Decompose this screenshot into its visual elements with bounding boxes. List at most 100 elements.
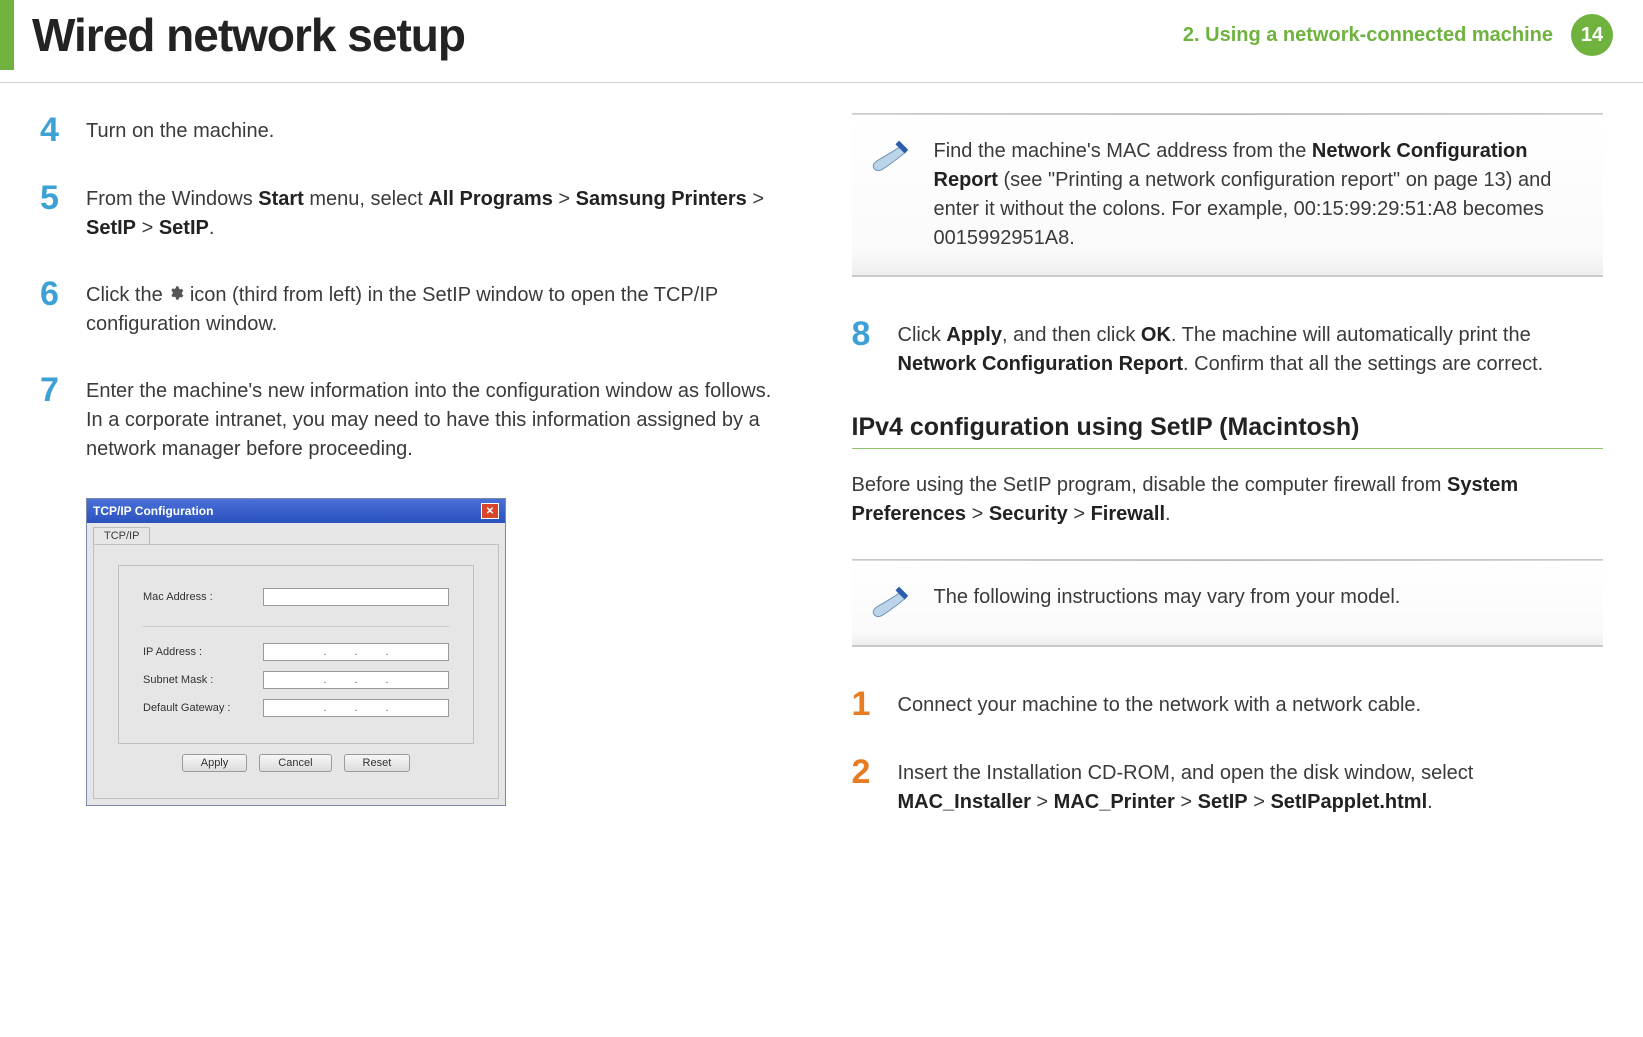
bold: Security	[989, 503, 1068, 525]
tcpip-button-row: Apply Cancel Reset	[118, 744, 474, 780]
text: >	[553, 188, 576, 210]
bold: All Programs	[428, 188, 552, 210]
chapter-label: 2. Using a network-connected machine	[1183, 24, 1553, 47]
bold: Apply	[946, 324, 1002, 346]
accent-bar	[0, 0, 14, 70]
step-text: Turn on the machine.	[86, 113, 274, 147]
text: .	[1427, 791, 1433, 813]
step-7: 7 Enter the machine's new information in…	[40, 373, 792, 464]
page-number-badge: 14	[1571, 14, 1613, 56]
step-text: Click the icon (third from left) in the …	[86, 277, 792, 339]
text: Before using the SetIP program, disable …	[852, 474, 1447, 496]
tcpip-inner: Mac Address : IP Address : ... Subnet Ma…	[118, 565, 474, 744]
cancel-button[interactable]: Cancel	[259, 754, 331, 772]
gear-icon	[168, 281, 184, 310]
ip-input[interactable]: ...	[263, 643, 449, 661]
tcpip-screenshot: TCP/IP Configuration ✕ TCP/IP Mac Addres…	[86, 498, 792, 806]
step-number: 8	[852, 317, 880, 379]
tcpip-panel: Mac Address : IP Address : ... Subnet Ma…	[93, 544, 499, 799]
text: >	[1031, 791, 1054, 813]
text: (see "Printing a network configuration r…	[934, 169, 1552, 249]
step-text: Click Apply, and then click OK. The mach…	[898, 317, 1604, 379]
bold: SetIPapplet.html	[1270, 791, 1427, 813]
text: menu, select	[304, 188, 429, 210]
bold: SetIP	[86, 217, 136, 239]
header-left: Wired network setup	[0, 0, 465, 70]
ip-label: IP Address :	[143, 646, 263, 658]
step-8: 8 Click Apply, and then click OK. The ma…	[852, 317, 1604, 379]
gateway-row: Default Gateway : ...	[143, 699, 449, 717]
page-title: Wired network setup	[32, 8, 465, 62]
gateway-input[interactable]: ...	[263, 699, 449, 717]
step-number: 4	[40, 113, 68, 147]
note-text: The following instructions may vary from…	[934, 583, 1401, 623]
bold: Samsung Printers	[576, 188, 747, 210]
text: Click	[898, 324, 947, 346]
window-title: TCP/IP Configuration	[93, 504, 213, 518]
mac-intro-para: Before using the SetIP program, disable …	[852, 471, 1604, 529]
note-text: Find the machine's MAC address from the …	[934, 137, 1588, 253]
step-text: Insert the Installation CD-ROM, and open…	[898, 755, 1604, 817]
step-4: 4 Turn on the machine.	[40, 113, 792, 147]
bold: OK	[1141, 324, 1171, 346]
step-number: 5	[40, 181, 68, 243]
step-text: From the Windows Start menu, select All …	[86, 181, 792, 243]
text: >	[747, 188, 764, 210]
left-column: 4 Turn on the machine. 5 From the Window…	[40, 113, 792, 851]
mac-input[interactable]	[263, 588, 449, 606]
step-text: Enter the machine's new information into…	[86, 373, 792, 464]
text: Insert the Installation CD-ROM, and open…	[898, 762, 1474, 784]
text: , and then click	[1002, 324, 1141, 346]
tcpip-window: TCP/IP Configuration ✕ TCP/IP Mac Addres…	[86, 498, 506, 806]
bold: SetIP	[159, 217, 209, 239]
mac-label: Mac Address :	[143, 591, 263, 603]
text: Find the machine's MAC address from the	[934, 140, 1312, 162]
mac-step-2: 2 Insert the Installation CD-ROM, and op…	[852, 755, 1604, 817]
main-content: 4 Turn on the machine. 5 From the Window…	[0, 83, 1643, 851]
text: . Confirm that all the settings are corr…	[1183, 353, 1543, 375]
bold: MAC_Installer	[898, 791, 1031, 813]
text: .	[1165, 503, 1171, 525]
note-model-vary: The following instructions may vary from…	[852, 559, 1604, 647]
header-right: 2. Using a network-connected machine 14	[1183, 14, 1613, 56]
apply-button[interactable]: Apply	[182, 754, 248, 772]
note-mac-address: Find the machine's MAC address from the …	[852, 113, 1604, 277]
mac-row: Mac Address :	[143, 588, 449, 606]
text: >	[966, 503, 989, 525]
right-column: Find the machine's MAC address from the …	[852, 113, 1604, 851]
text: >	[1248, 791, 1271, 813]
mac-step-1: 1 Connect your machine to the network wi…	[852, 687, 1604, 721]
step-number: 7	[40, 373, 68, 464]
step-number: 2	[852, 755, 880, 817]
note-icon	[868, 583, 912, 623]
step-text: Connect your machine to the network with…	[898, 687, 1422, 721]
reset-button[interactable]: Reset	[344, 754, 411, 772]
text: >	[1068, 503, 1091, 525]
step-6: 6 Click the icon (third from left) in th…	[40, 277, 792, 339]
subheading-mac: IPv4 configuration using SetIP (Macintos…	[852, 413, 1604, 449]
divider	[143, 626, 449, 627]
bold: MAC_Printer	[1054, 791, 1175, 813]
bold: Start	[258, 188, 304, 210]
step-number: 1	[852, 687, 880, 721]
subnet-row: Subnet Mask : ...	[143, 671, 449, 689]
gateway-label: Default Gateway :	[143, 702, 263, 714]
step-number: 6	[40, 277, 68, 339]
text: >	[1175, 791, 1198, 813]
bold: Network Configuration Report	[898, 353, 1184, 375]
tcpip-titlebar: TCP/IP Configuration ✕	[87, 499, 505, 523]
text: . The machine will automatically print t…	[1171, 324, 1531, 346]
note-icon	[868, 137, 912, 177]
text: From the Windows	[86, 188, 258, 210]
text: .	[209, 217, 215, 239]
tcpip-tab[interactable]: TCP/IP	[93, 527, 150, 544]
subnet-input[interactable]: ...	[263, 671, 449, 689]
bold: Firewall	[1091, 503, 1165, 525]
text: Click the	[86, 284, 168, 306]
close-icon[interactable]: ✕	[481, 503, 499, 519]
ip-row: IP Address : ...	[143, 643, 449, 661]
subnet-label: Subnet Mask :	[143, 674, 263, 686]
page-header: Wired network setup 2. Using a network-c…	[0, 0, 1643, 83]
step-5: 5 From the Windows Start menu, select Al…	[40, 181, 792, 243]
bold: SetIP	[1198, 791, 1248, 813]
